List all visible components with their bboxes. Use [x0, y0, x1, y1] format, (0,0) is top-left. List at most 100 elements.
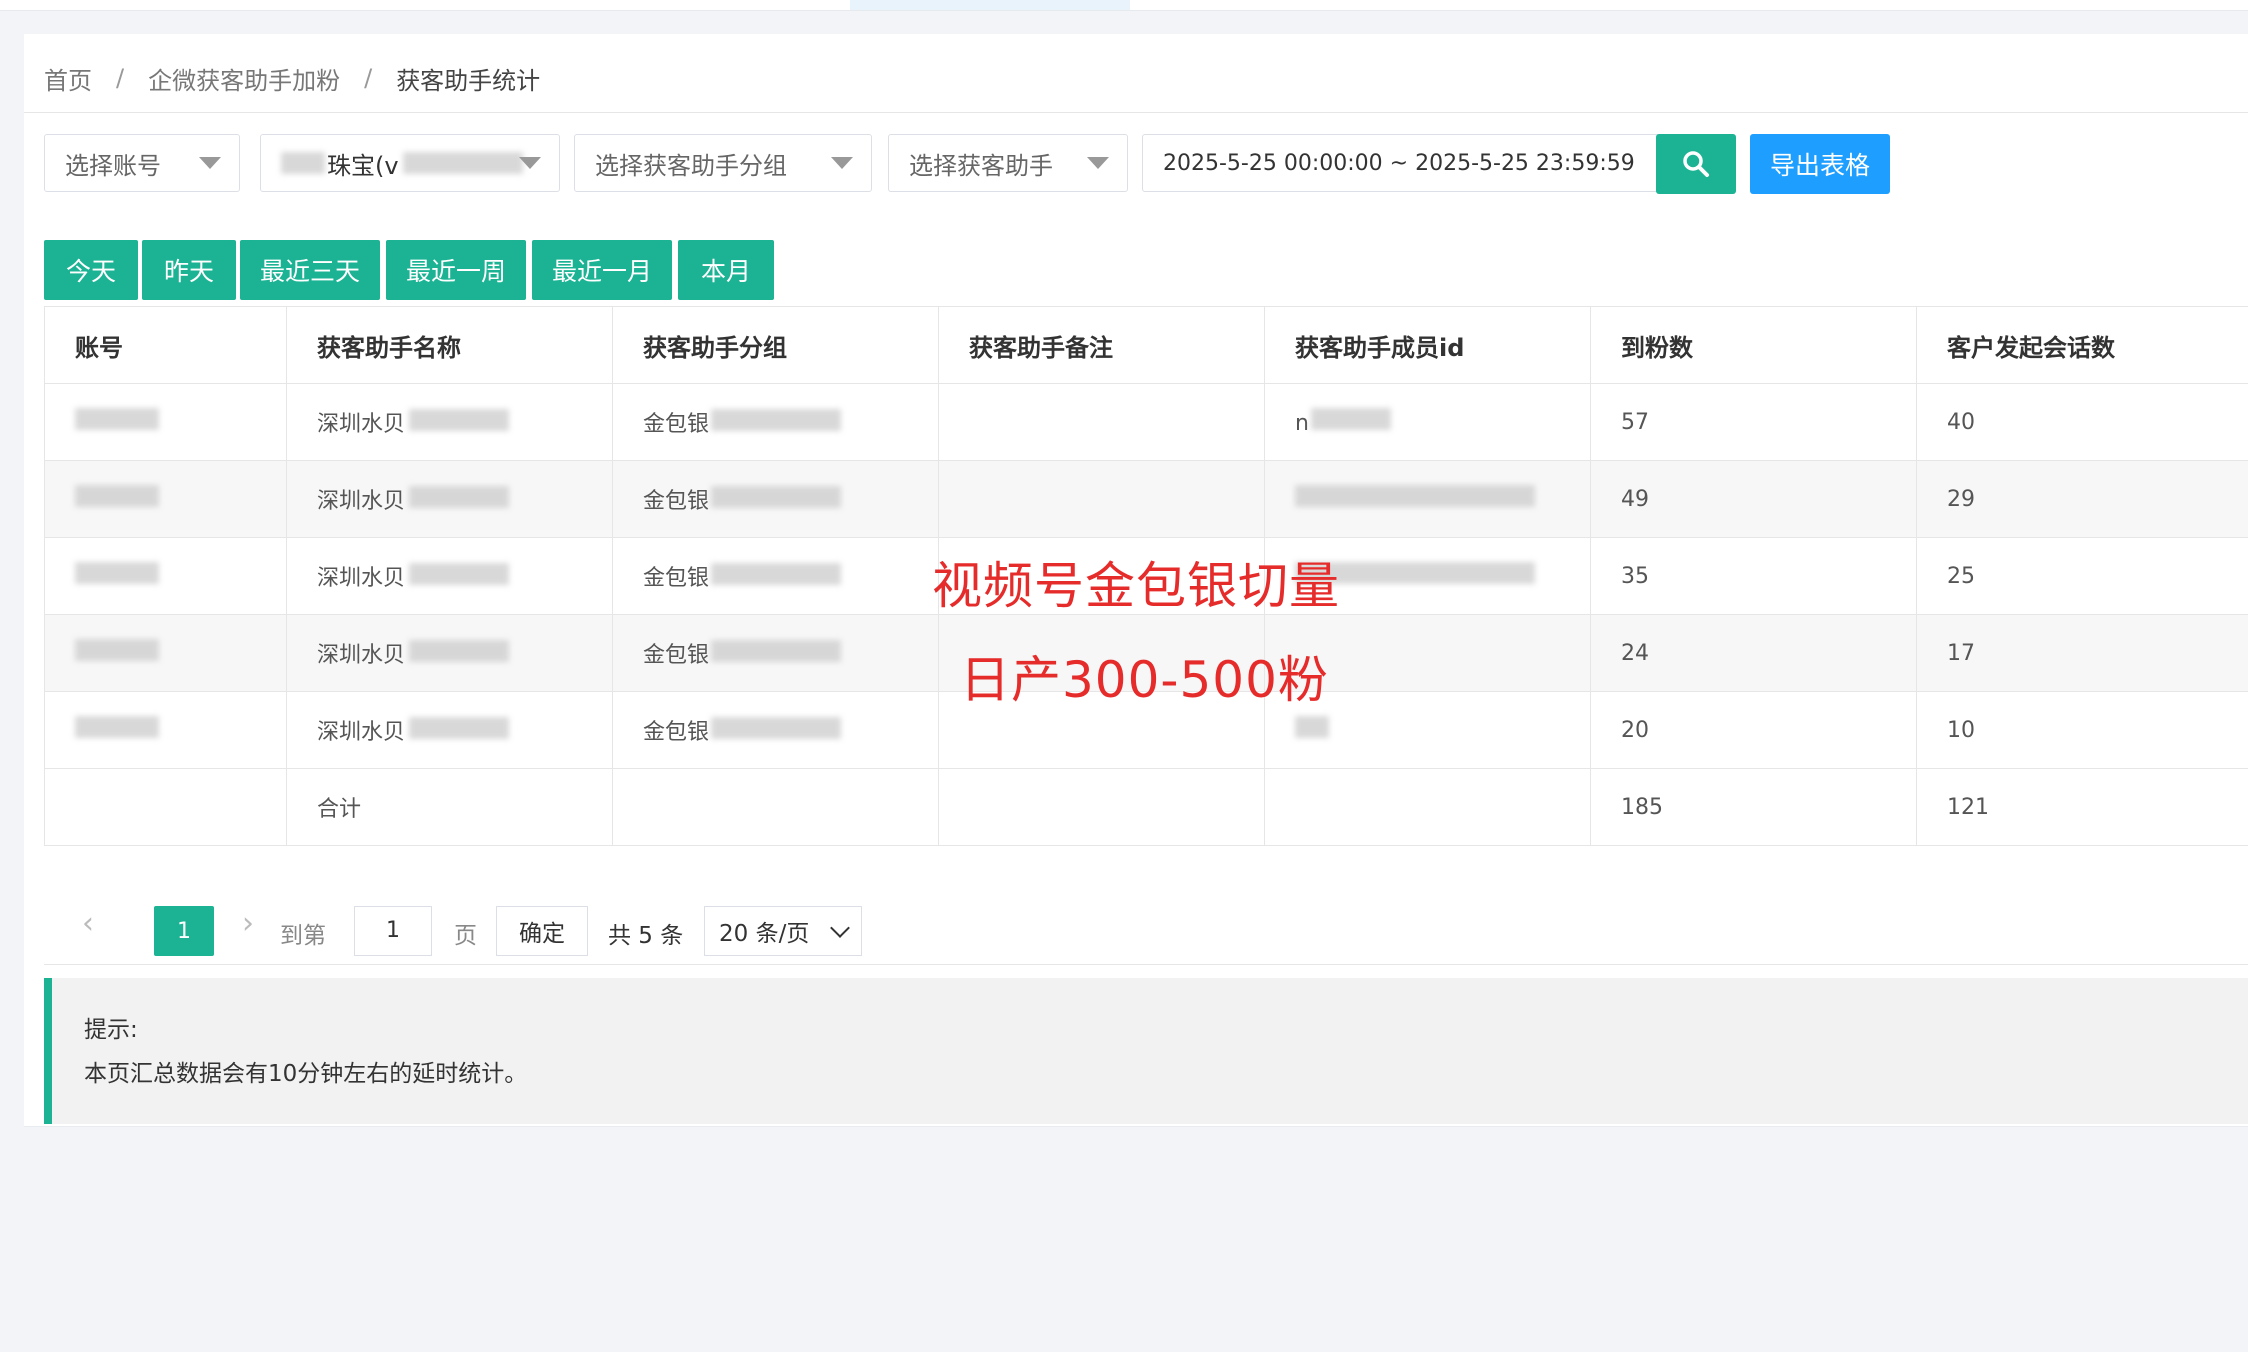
- cell-account: [44, 537, 287, 615]
- main-panel: 首页 / 企微获客助手加粉 / 获客助手统计 选择账号 珠宝(v 选择获客助手分…: [24, 34, 2248, 1127]
- assistant-select-placeholder: 选择获客助手: [909, 151, 1053, 180]
- account-select-placeholder: 选择账号: [65, 151, 161, 180]
- redacted-block: [711, 486, 842, 508]
- quick-date-last-3-days[interactable]: 最近三天: [240, 240, 380, 300]
- column-header-assistant-group[interactable]: 获客助手分组: [612, 306, 939, 384]
- cell-assistant-group: 金包银: [612, 537, 939, 615]
- cell-account: [44, 460, 287, 538]
- total-label: 合计: [286, 768, 613, 846]
- cell-assistant-group: 金包银: [612, 691, 939, 769]
- redacted-block: [711, 409, 842, 431]
- cell-fans: 57: [1590, 383, 1917, 461]
- active-top-tab[interactable]: [850, 0, 1130, 10]
- table-header-row: 账号 获客助手名称 获客助手分组 获客助手备注 获客助手成员id 到粉数 客户发…: [44, 306, 2248, 384]
- column-header-sessions[interactable]: 客户发起会话数: [1916, 306, 2248, 384]
- export-table-label: 导出表格: [1769, 151, 1870, 180]
- redacted-block: [409, 409, 510, 431]
- cell-assistant-group: 金包银: [612, 383, 939, 461]
- cell-assistant-name: 深圳水贝: [286, 614, 613, 692]
- overlay-caption-line1: 视频号金包银切量: [932, 557, 1340, 615]
- quick-date-last-month[interactable]: 最近一月: [532, 240, 672, 300]
- member-id-text: n: [1295, 411, 1309, 436]
- corp-select-value: 珠宝(v: [327, 151, 399, 180]
- caret-down-icon: [519, 157, 541, 169]
- redacted-block: [75, 408, 159, 430]
- assistant-group-text: 金包银: [643, 489, 710, 514]
- search-button[interactable]: [1656, 134, 1736, 194]
- cell-fans: 35: [1590, 537, 1917, 615]
- cell-account: [44, 691, 287, 769]
- breadcrumb-home[interactable]: 首页: [44, 61, 92, 96]
- cell-assistant-name: 深圳水贝: [286, 383, 613, 461]
- chevron-right-icon[interactable]: ›: [242, 906, 254, 941]
- column-header-member-id[interactable]: 获客助手成员id: [1264, 306, 1591, 384]
- cell-fans: 24: [1590, 614, 1917, 692]
- total-count: 共 5 条: [608, 923, 684, 949]
- date-range-value: 2025-5-25 00:00:00 ~ 2025-5-25 23:59:59: [1163, 150, 1635, 176]
- column-header-assistant-remark[interactable]: 获客助手备注: [938, 306, 1265, 384]
- cell-account: [44, 614, 287, 692]
- assistant-select[interactable]: 选择获客助手: [888, 134, 1128, 192]
- quick-date-label: 最近三天: [259, 257, 360, 286]
- cell-empty: [612, 768, 939, 846]
- redacted-block: [75, 639, 159, 661]
- corp-select[interactable]: 珠宝(v: [260, 134, 560, 192]
- quick-date-label: 昨天: [163, 257, 214, 286]
- redacted-block: [711, 717, 842, 739]
- account-select[interactable]: 选择账号: [44, 134, 240, 192]
- table-total-row: 合计 185 121: [44, 768, 2248, 846]
- goto-confirm-button[interactable]: 确定: [496, 906, 588, 956]
- breadcrumb-current: 获客助手统计: [396, 66, 541, 95]
- cell-fans: 20: [1590, 691, 1917, 769]
- cell-sessions: 25: [1916, 537, 2248, 615]
- group-select[interactable]: 选择获客助手分组: [574, 134, 872, 192]
- confirm-label: 确定: [519, 921, 565, 947]
- tip-box: 提示: 本页汇总数据会有10分钟左右的延时统计。: [44, 978, 2248, 1124]
- page-size-select[interactable]: 20 条/页: [704, 906, 862, 956]
- assistant-name-text: 深圳水贝: [317, 643, 406, 668]
- redacted-block: [409, 563, 510, 585]
- quick-date-today[interactable]: 今天: [44, 240, 138, 300]
- column-header-assistant-name[interactable]: 获客助手名称: [286, 306, 613, 384]
- cell-member-id: n: [1264, 383, 1591, 461]
- goto-label: 到第: [280, 923, 326, 949]
- cell-empty: [938, 768, 1265, 846]
- redacted-block: [711, 563, 842, 585]
- tip-title: 提示:: [84, 1017, 138, 1043]
- search-icon: [1683, 151, 1709, 177]
- total-sessions: 121: [1916, 768, 2248, 846]
- top-nav-bar: [0, 0, 2248, 11]
- goto-page-input[interactable]: 1: [354, 906, 432, 956]
- column-header-account[interactable]: 账号: [44, 306, 287, 384]
- cell-assistant-remark: [938, 460, 1265, 538]
- quick-date-this-month[interactable]: 本月: [678, 240, 774, 300]
- date-range-input[interactable]: 2025-5-25 00:00:00 ~ 2025-5-25 23:59:59: [1142, 134, 1666, 192]
- breadcrumb-parent[interactable]: 企微获客助手加粉: [148, 61, 340, 96]
- column-header-fans[interactable]: 到粉数: [1590, 306, 1917, 384]
- redacted-block: [711, 640, 842, 662]
- cell-sessions: 10: [1916, 691, 2248, 769]
- assistant-name-text: 深圳水贝: [317, 566, 406, 591]
- assistant-group-text: 金包银: [643, 643, 710, 668]
- total-fans: 185: [1590, 768, 1917, 846]
- redacted-block: [1310, 408, 1391, 430]
- caret-down-icon: [199, 157, 221, 169]
- quick-date-yesterday[interactable]: 昨天: [142, 240, 236, 300]
- page-button-current[interactable]: 1: [154, 906, 214, 956]
- cell-fans: 49: [1590, 460, 1917, 538]
- cell-assistant-group: 金包银: [612, 614, 939, 692]
- redacted-block: [75, 562, 159, 584]
- cell-assistant-group: 金包银: [612, 460, 939, 538]
- export-table-button[interactable]: 导出表格: [1750, 134, 1890, 194]
- cell-account: [44, 768, 287, 846]
- group-select-placeholder: 选择获客助手分组: [595, 151, 787, 180]
- page-size-value: 20 条/页: [719, 921, 810, 947]
- redacted-block: [409, 717, 510, 739]
- overlay-caption-line2: 日产300-500粉: [960, 651, 1329, 709]
- breadcrumb: 首页 / 企微获客助手加粉 / 获客助手统计: [44, 58, 540, 98]
- quick-date-last-week[interactable]: 最近一周: [386, 240, 526, 300]
- cell-assistant-remark: [938, 383, 1265, 461]
- chevron-left-icon[interactable]: ‹: [82, 906, 94, 941]
- redacted-block: [75, 716, 159, 738]
- assistant-name-text: 深圳水贝: [317, 489, 406, 514]
